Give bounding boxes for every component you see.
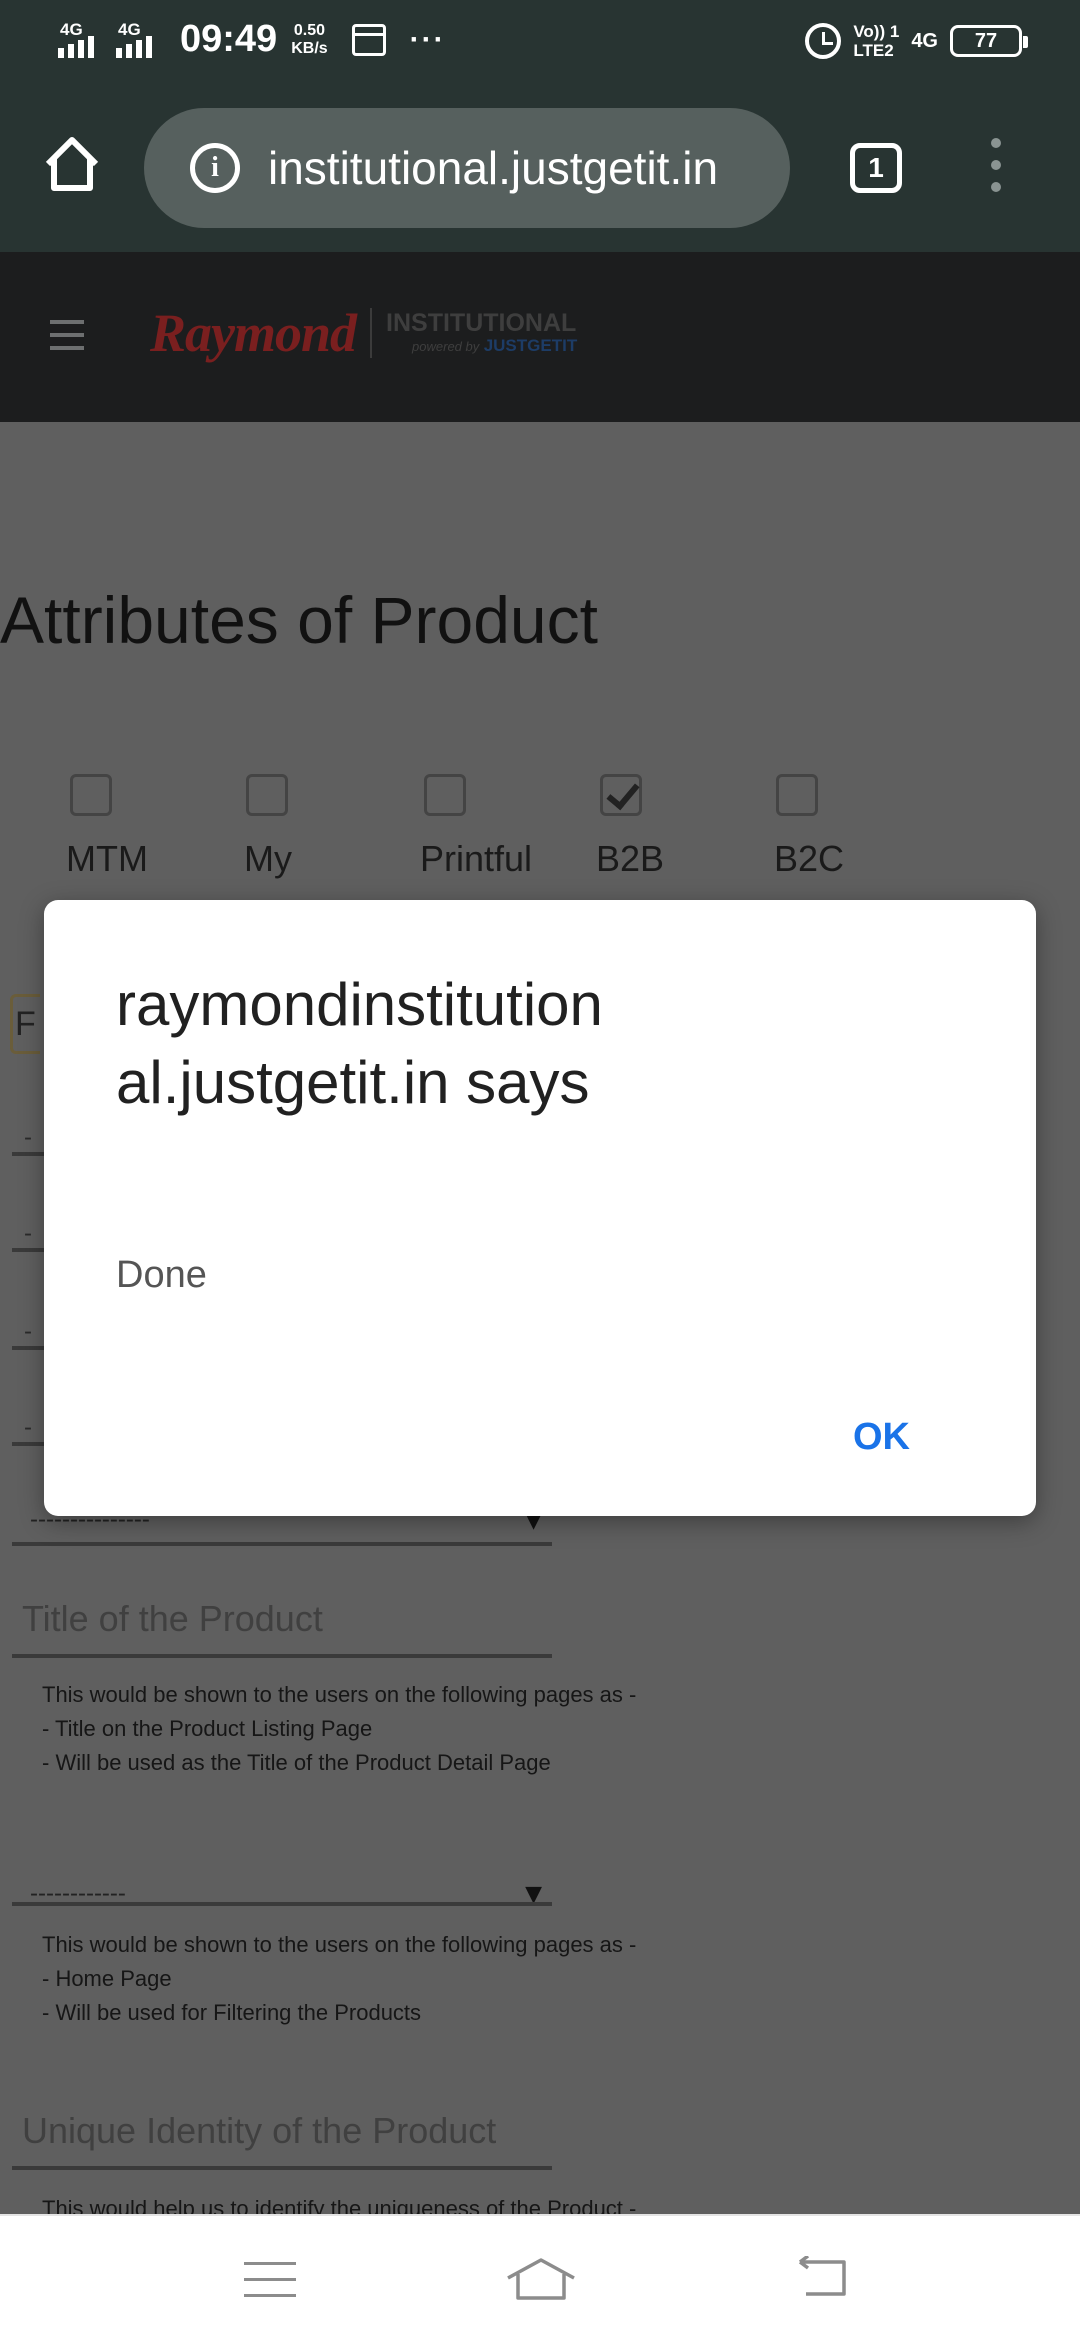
help-line: - Will be used as the Title of the Produ… <box>42 1750 551 1775</box>
battery-level: 77 <box>974 30 998 52</box>
checkbox-label: MTM <box>66 838 148 879</box>
title-input-underline <box>12 1654 552 1658</box>
logo-powered-by: powered by <box>412 339 480 354</box>
checkbox-box[interactable] <box>424 774 466 816</box>
unique-id-underline <box>12 2166 552 2170</box>
checkbox-box[interactable] <box>246 774 288 816</box>
alert-dialog: raymondinstitutional.justgetit.in says D… <box>44 900 1036 1516</box>
alarm-icon <box>805 23 842 59</box>
home-icon[interactable] <box>42 134 102 194</box>
nav-home-icon[interactable] <box>504 2254 578 2304</box>
help-line: - Home Page <box>42 1966 172 1991</box>
volte-line-2: LTE2 <box>853 41 894 60</box>
speed-unit: KB/s <box>291 39 328 57</box>
checkbox-box[interactable] <box>70 774 112 816</box>
title-input[interactable]: Title of the Product <box>22 1598 323 1640</box>
page-title: Attributes of Product <box>0 583 598 657</box>
browser-menu-icon[interactable] <box>986 138 1006 198</box>
browser-toolbar: i institutional.justgetit.in 1 <box>0 84 1080 252</box>
field-dash: - <box>24 1318 32 1345</box>
help-line: This would be shown to the users on the … <box>42 1682 637 1707</box>
logo-raymond: Raymond <box>150 303 357 363</box>
checkbox-box-checked[interactable] <box>600 774 642 816</box>
info-icon[interactable]: i <box>190 143 240 193</box>
site-logo[interactable]: Raymond INSTITUTIONAL powered by JUSTGET… <box>150 302 577 364</box>
unique-id-input[interactable]: Unique Identity of the Product <box>22 2110 496 2152</box>
checkbox-box[interactable] <box>776 774 818 816</box>
checkbox-label: B2B <box>596 838 665 879</box>
select-underline <box>12 1542 552 1546</box>
status-bar: 4G 4G 09:49 0.50 KB/s ··· Vo)) 1 LTE2 4G… <box>0 0 1080 84</box>
logo-institutional: INSTITUTIONAL <box>386 309 577 337</box>
battery-icon: 77 <box>950 25 1028 57</box>
select-underline <box>12 1902 552 1906</box>
system-nav-bar <box>0 2214 1080 2340</box>
checkbox-label: B2C <box>774 838 845 879</box>
volte-line-1: Vo)) 1 <box>853 22 900 41</box>
clock: 09:49 <box>180 18 278 60</box>
url-text[interactable]: institutional.justgetit.in <box>268 141 718 195</box>
more-notifications-icon: ··· <box>409 22 446 56</box>
help-line: - Will be used for Filtering the Product… <box>42 2000 422 2025</box>
ok-button[interactable]: OK <box>853 1416 910 1459</box>
nav-back-icon[interactable] <box>796 2254 852 2300</box>
field-dash: - <box>24 1124 32 1151</box>
logo-brand: JUSTGETIT <box>483 336 578 355</box>
section-tab[interactable]: F <box>10 994 40 1054</box>
hamburger-menu-icon[interactable] <box>50 320 84 350</box>
checkbox-label: Printful <box>420 838 533 879</box>
volte-indicator: Vo)) 1 LTE2 <box>853 22 899 60</box>
network-speed: 0.50 KB/s <box>291 22 327 58</box>
checkbox-label: My <box>244 838 292 879</box>
calendar-icon <box>351 23 386 56</box>
signal-icon: 4G <box>58 20 106 60</box>
recent-apps-icon[interactable] <box>244 2262 296 2310</box>
help-line: - Title on the Product Listing Page <box>42 1716 373 1741</box>
help-line: This would be shown to the users on the … <box>42 1932 637 1957</box>
speed-value: 0.50 <box>293 21 325 39</box>
field-dash: - <box>24 1220 32 1247</box>
dialog-message: Done <box>116 1254 207 1296</box>
signal-icon-2: 4G <box>116 20 164 60</box>
site-header: Raymond INSTITUTIONAL powered by JUSTGET… <box>0 252 1080 422</box>
address-bar[interactable]: i institutional.justgetit.in <box>144 108 790 228</box>
dialog-title: raymondinstitutional.justgetit.in says <box>116 971 603 1116</box>
network-type-3: 4G <box>911 29 938 52</box>
title-help-text: This would be shown to the users on the … <box>42 1678 636 1780</box>
field-dash: - <box>24 1414 32 1441</box>
select-help-text: This would be shown to the users on the … <box>42 1928 636 2030</box>
tab-switcher-button[interactable]: 1 <box>850 143 902 193</box>
